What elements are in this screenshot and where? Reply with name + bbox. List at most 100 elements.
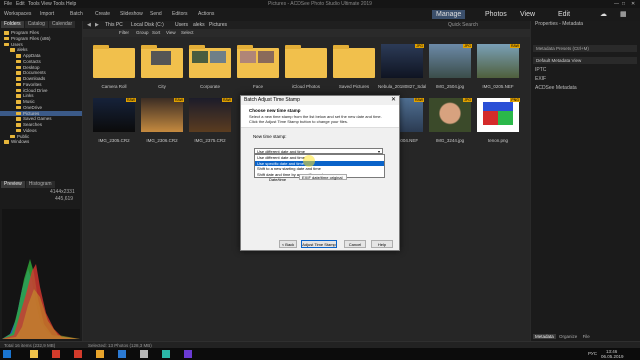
date-time-select[interactable]: EXIF date/time original — [299, 174, 347, 180]
photo-preview — [429, 98, 471, 132]
language-indicator[interactable]: РУС — [588, 351, 597, 356]
thumbnail[interactable]: RAW IMG_2306.CR2 — [138, 96, 186, 146]
histogram-chart — [2, 209, 80, 339]
tab-file[interactable]: File — [581, 334, 592, 339]
section-acdsee-metadata[interactable]: ACDSee Metadata — [535, 85, 577, 92]
breadcrumb-local-disk[interactable]: Local Disk (C:) — [131, 21, 164, 29]
dashboard-icon[interactable]: ▦ — [620, 10, 627, 19]
tab-metadata[interactable]: Metadata — [533, 334, 556, 339]
view-button[interactable]: View — [166, 29, 176, 37]
folder-icon — [16, 94, 21, 98]
back-icon[interactable]: ◀ — [87, 21, 91, 29]
metadata-preset-select[interactable]: Metadata Presets (Ctrl+M) — [533, 45, 637, 52]
folder-icon — [16, 88, 21, 93]
close-icon[interactable]: ✕ — [631, 0, 635, 8]
back-button[interactable]: < Back — [279, 240, 297, 248]
tab-histogram[interactable]: Histogram — [25, 181, 55, 188]
mode-edit-button[interactable]: Edit — [558, 10, 570, 19]
explorer-icon[interactable] — [30, 350, 38, 358]
dialog-header: Choose new time stamp Select a new time … — [241, 105, 399, 128]
taskbar: РУС 13:46 06.05.2019 — [0, 348, 640, 360]
properties-panel: Properties - Metadata Metadata Presets (… — [530, 21, 640, 341]
quick-search-input[interactable]: Quick Search — [448, 21, 478, 29]
thumbnail[interactable]: Camera Roll — [90, 42, 138, 92]
photo-preview — [381, 44, 423, 78]
thumbnail[interactable]: RAW IMG_2305.CR2 — [90, 96, 138, 146]
start-icon[interactable] — [3, 350, 11, 358]
section-iptc[interactable]: IPTC — [535, 67, 546, 74]
slideshow-button[interactable]: Slideshow — [120, 10, 143, 18]
breadcrumb-this-pc[interactable]: This PC — [105, 21, 123, 29]
send-button[interactable]: Send — [150, 10, 162, 18]
thumbnail[interactable]: iCloud Photos — [282, 42, 330, 92]
thumbnail[interactable]: JPG Nebula_20180827_Sdalye — [378, 42, 426, 92]
mode-manage-button[interactable]: Manage — [432, 10, 466, 19]
group-button[interactable]: Group — [136, 29, 149, 37]
tab-preview[interactable]: Preview — [1, 181, 25, 188]
preview-pixels: 445,619 — [55, 196, 74, 202]
create-button[interactable]: Create — [95, 10, 110, 18]
section-exif[interactable]: EXIF — [535, 76, 546, 83]
photo-preview — [429, 44, 471, 78]
tab-calendar[interactable]: Calendar — [48, 21, 76, 28]
breadcrumb-pictures[interactable]: Pictures — [209, 21, 227, 29]
folder-icon — [16, 100, 21, 104]
sort-button[interactable]: Sort — [152, 29, 160, 37]
folder-icon — [10, 48, 15, 52]
app-icon[interactable] — [74, 350, 82, 358]
tab-catalog[interactable]: Catalog — [24, 21, 48, 28]
clock-date[interactable]: 06.05.2019 — [601, 354, 624, 359]
address-bar[interactable]: ◀ ▶ This PC Local Disk (C:) Users aleks … — [83, 21, 530, 29]
app-icon[interactable] — [118, 350, 126, 358]
editors-button[interactable]: Editors — [172, 10, 188, 18]
app-icon[interactable] — [184, 350, 192, 358]
mode-365-icon[interactable]: ☁ — [600, 10, 607, 19]
maximize-icon[interactable]: □ — [622, 0, 625, 8]
import-button[interactable]: Import — [40, 10, 54, 18]
adjust-time-stamp-button[interactable]: Adjust Time Stamp — [301, 240, 337, 248]
breadcrumb-aleks[interactable]: aleks — [193, 21, 205, 29]
thumbnail[interactable]: Corporate — [186, 42, 234, 92]
thumbnail[interactable]: JPG IMG_3244.jpg — [426, 96, 474, 146]
folder-icon — [16, 71, 21, 75]
tree-item[interactable]: Windows — [0, 139, 82, 145]
cancel-button[interactable]: Cancel — [344, 240, 366, 248]
actions-button[interactable]: Actions — [198, 10, 214, 18]
date-time-label: Date/time — [269, 177, 287, 182]
app-icon[interactable] — [140, 350, 148, 358]
workspaces-button[interactable]: Workspaces — [4, 10, 31, 18]
app-icon[interactable] — [52, 350, 60, 358]
minimize-icon[interactable]: — — [614, 0, 619, 8]
photo-preview — [189, 98, 231, 132]
close-icon[interactable]: ✕ — [391, 96, 396, 104]
metadata-view-select[interactable]: Default Metadata View — [533, 57, 637, 64]
thumbnail[interactable]: City — [138, 42, 186, 92]
filter-button[interactable]: Filter — [119, 29, 129, 37]
tab-folders[interactable]: Folders — [1, 21, 24, 28]
folder-icon — [16, 65, 21, 70]
folders-tabs: Folders Catalog Calendar — [1, 21, 76, 28]
forward-icon[interactable]: ▶ — [95, 21, 99, 29]
folder-icon — [141, 45, 183, 78]
app-icon[interactable] — [96, 350, 104, 358]
help-button[interactable]: Help — [371, 240, 393, 248]
folder-icon — [16, 117, 21, 121]
photo-preview — [192, 51, 208, 63]
mode-photos-button[interactable]: Photos — [485, 10, 507, 19]
thumbnail[interactable]: RAW IMG_2375.CR2 — [186, 96, 234, 146]
batch-adjust-dialog: Batch Adjust Time Stamp ✕ Choose new tim… — [240, 95, 400, 251]
thumbnail[interactable]: RAW IMG_0205.NEF — [474, 42, 522, 92]
thumbnail[interactable]: Face — [234, 42, 282, 92]
thumbnail[interactable]: JPG IMG_2504.jpg — [426, 42, 474, 92]
app-icon[interactable] — [162, 350, 170, 358]
folder-icon — [93, 45, 135, 78]
folder-icon — [4, 42, 9, 47]
test-pattern-shape — [498, 111, 513, 125]
thumbnail[interactable]: PNG tenon.png — [474, 96, 522, 146]
mode-view-button[interactable]: View — [520, 10, 535, 19]
select-button[interactable]: Select — [181, 29, 194, 37]
batch-button[interactable]: Batch — [70, 10, 83, 18]
thumbnail[interactable]: Saved Pictures — [330, 42, 378, 92]
tab-organize[interactable]: Organize — [557, 334, 579, 339]
breadcrumb-users[interactable]: Users — [175, 21, 188, 29]
